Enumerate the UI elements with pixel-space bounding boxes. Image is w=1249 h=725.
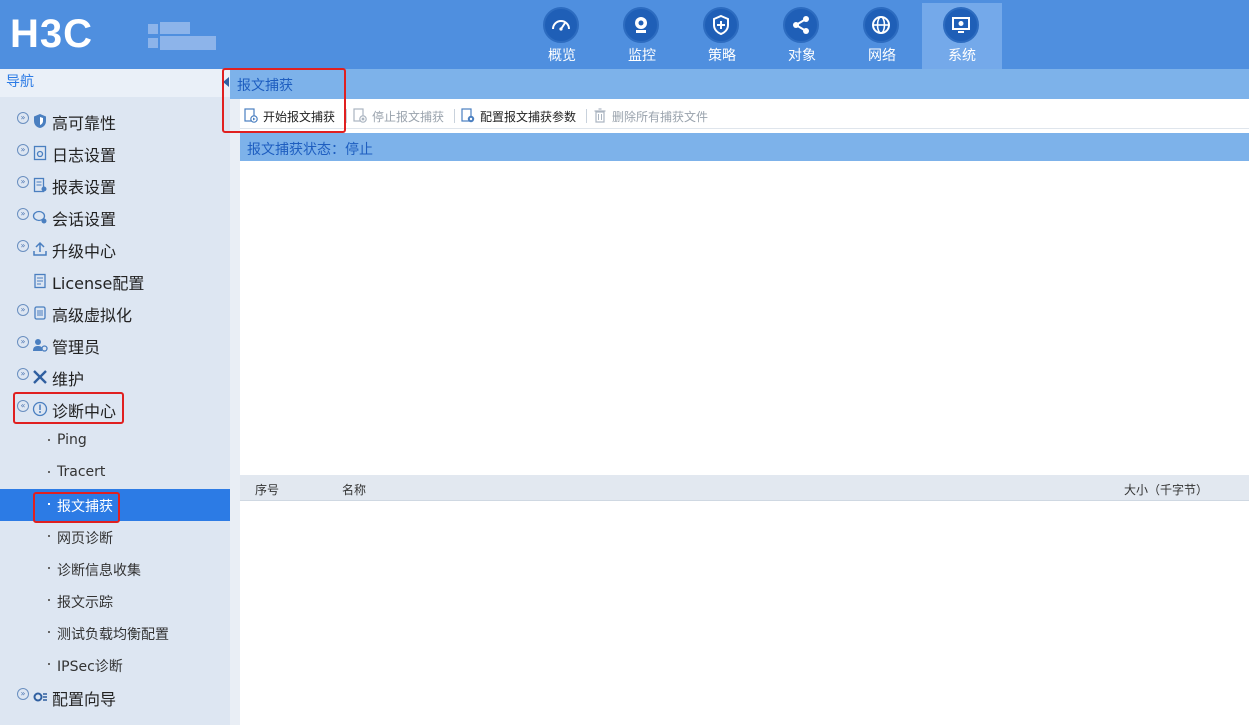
expand-icon[interactable]: »: [17, 336, 29, 348]
sidebar-item-report-settings[interactable]: » 报表设置: [0, 169, 230, 201]
trash-icon: [594, 108, 606, 123]
upload-icon: [33, 241, 47, 256]
column-header-name[interactable]: 名称: [342, 481, 366, 498]
sidebar-item-diagnosis-center[interactable]: « 诊断中心: [0, 393, 230, 425]
nav-overview[interactable]: 概览: [522, 3, 602, 69]
monitor-gear-icon: [943, 7, 979, 43]
log-settings-icon: [33, 145, 47, 161]
sidebar-subitem-load-balance-test[interactable]: 测试负载均衡配置: [0, 617, 230, 649]
sidebar-subitem-ping[interactable]: Ping: [0, 425, 230, 457]
nav-monitor[interactable]: 监控: [602, 3, 682, 69]
license-icon: [34, 273, 46, 289]
sidebar-collapse-arrow-icon[interactable]: [223, 77, 229, 87]
sidebar: 导航 » 高可靠性 » 日志设置 » 报表设置 » 会话设置 » 升级中心 Li…: [0, 69, 230, 725]
sidebar-item-config-wizard[interactable]: » 配置向导: [0, 681, 230, 713]
sidebar-subitem-ipsec-diagnosis[interactable]: IPSec诊断: [0, 649, 230, 681]
sidebar-subitem-web-diagnosis[interactable]: 网页诊断: [0, 521, 230, 553]
report-icon: [33, 177, 47, 193]
sidebar-subitem-packet-trace[interactable]: 报文示踪: [0, 585, 230, 617]
sidebar-subitem-packet-capture[interactable]: 报文捕获: [0, 489, 230, 521]
nav-network[interactable]: 网络: [842, 3, 922, 69]
sidebar-title: 导航: [0, 69, 230, 97]
top-header: H3C 概览 监控 策略 对象 网络 系统: [0, 0, 1249, 69]
capture-status-text: 报文捕获状态：停止: [247, 142, 373, 158]
expand-icon[interactable]: »: [17, 368, 29, 380]
column-header-size[interactable]: 大小（千字节）: [1124, 481, 1208, 498]
shield-icon: [34, 114, 46, 128]
sidebar-subitem-diagnostic-info-collection[interactable]: 诊断信息收集: [0, 553, 230, 585]
sidebar-subitem-tracert[interactable]: Tracert: [0, 457, 230, 489]
collapse-icon[interactable]: «: [17, 400, 29, 412]
sidebar-item-license[interactable]: License配置: [0, 265, 230, 297]
column-header-index[interactable]: 序号: [255, 481, 279, 498]
expand-icon[interactable]: »: [17, 176, 29, 188]
doc-play-icon: [244, 108, 258, 123]
expand-icon[interactable]: »: [17, 688, 29, 700]
expand-icon[interactable]: »: [17, 112, 29, 124]
sidebar-item-advanced-virtualization[interactable]: » 高级虚拟化: [0, 297, 230, 329]
shield-icon: [703, 7, 739, 43]
expand-icon[interactable]: »: [17, 304, 29, 316]
tab-packet-capture[interactable]: 报文捕获: [237, 75, 293, 95]
sidebar-item-high-reliability[interactable]: » 高可靠性: [0, 105, 230, 137]
sidebar-item-session-settings[interactable]: » 会话设置: [0, 201, 230, 233]
webcam-icon: [623, 7, 659, 43]
globe-icon: [863, 7, 899, 43]
diagnosis-icon: [32, 401, 48, 417]
sidebar-item-maintenance[interactable]: » 维护: [0, 361, 230, 393]
doc-stop-icon: [353, 108, 367, 123]
doc-gear-icon: [461, 108, 475, 123]
sidebar-item-administrator[interactable]: » 管理员: [0, 329, 230, 361]
nav-system[interactable]: 系统: [922, 3, 1002, 69]
top-navigation: 概览 监控 策略 对象 网络 系统: [522, 3, 1002, 69]
tools-icon: [33, 370, 47, 384]
tab-bar: 报文捕获: [230, 69, 1249, 99]
main-content: 报文捕获 开始报文捕获 停止报文捕获 配置报文捕获参数 删除所有捕获文件 报文捕…: [230, 69, 1249, 725]
capture-status-bar: 报文捕获状态：停止: [240, 133, 1249, 161]
sidebar-item-log-settings[interactable]: » 日志设置: [0, 137, 230, 169]
nav-policy[interactable]: 策略: [682, 3, 762, 69]
wizard-icon: [33, 692, 47, 702]
virtualization-icon: [34, 306, 46, 320]
toolbar: 开始报文捕获 停止报文捕获 配置报文捕获参数 删除所有捕获文件: [240, 103, 1249, 129]
share-icon: [783, 7, 819, 43]
logo-subtitle-blurred: [148, 22, 218, 50]
expand-icon[interactable]: »: [17, 144, 29, 156]
session-icon: [32, 210, 47, 224]
expand-icon[interactable]: »: [17, 240, 29, 252]
brand-logo: H3C: [10, 12, 94, 56]
admin-icon: [33, 339, 48, 352]
dashboard-icon: [543, 7, 579, 43]
expand-icon[interactable]: »: [17, 208, 29, 220]
nav-object[interactable]: 对象: [762, 3, 842, 69]
capture-files-table-header: 序号 名称 大小（千字节）: [240, 475, 1249, 501]
sidebar-item-upgrade-center[interactable]: » 升级中心: [0, 233, 230, 265]
